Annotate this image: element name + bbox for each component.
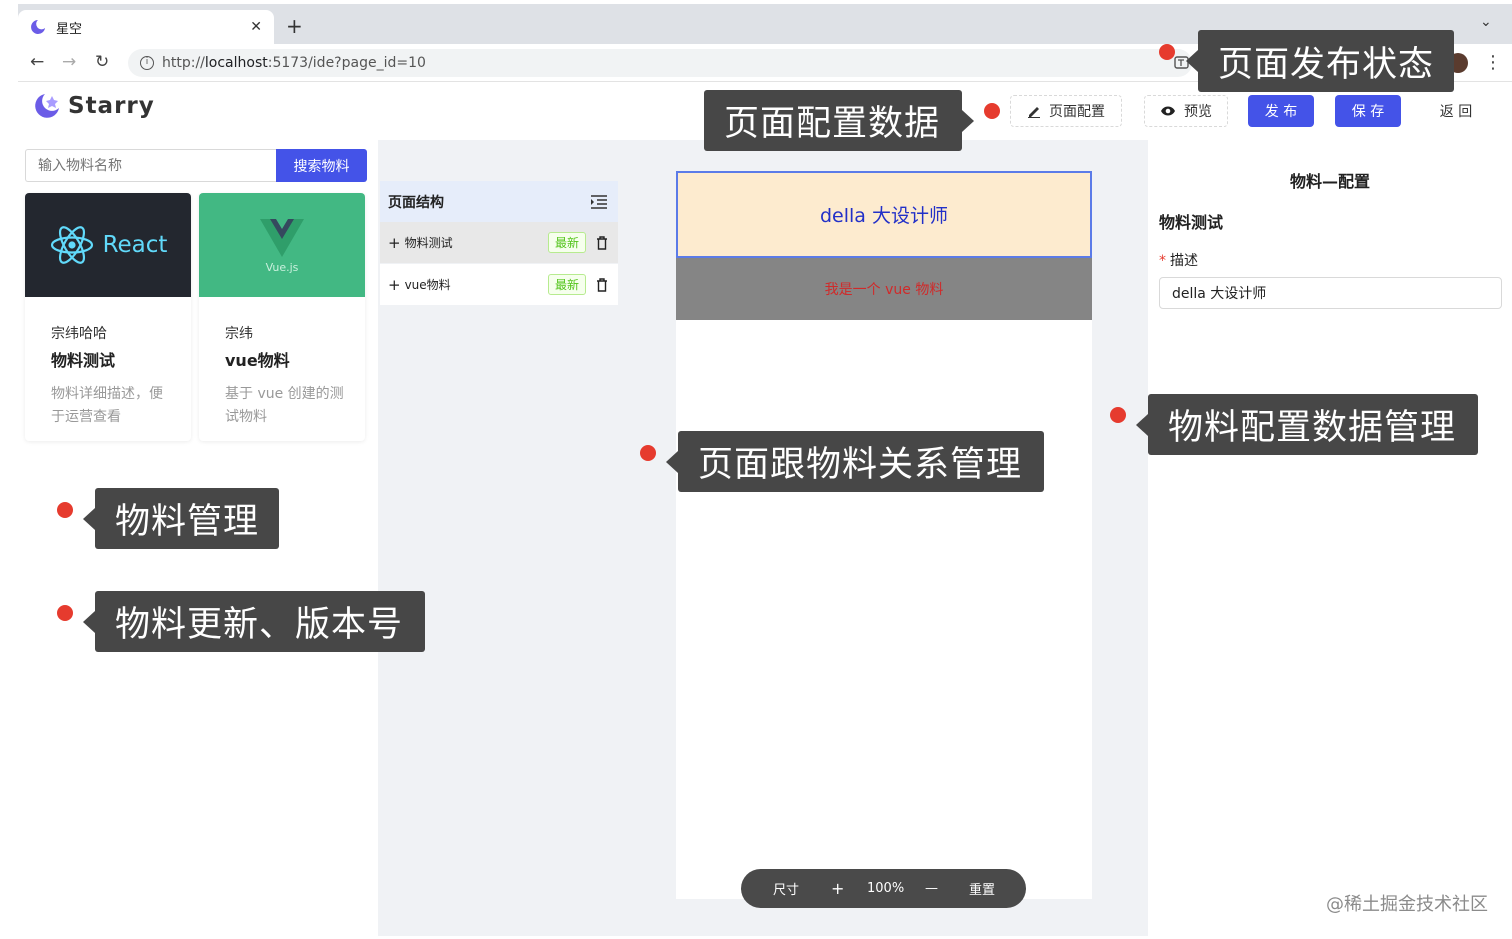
annotation-material-config-mgmt: 物料配置数据管理: [1136, 394, 1478, 455]
new-tab-icon[interactable]: +: [286, 14, 303, 38]
tab-title: 星空: [56, 21, 83, 37]
card-author: 宗纬哈哈: [51, 326, 107, 342]
starry-logo-icon: [35, 94, 59, 118]
browser-tab[interactable]: 星空 ✕: [18, 10, 274, 44]
zoom-out-button[interactable]: —: [925, 881, 938, 896]
annotation-dot: [984, 103, 1000, 119]
config-panel: [1148, 140, 1512, 936]
url-input[interactable]: i http://localhost:5173/ide?page_id=10: [128, 49, 1192, 77]
size-button[interactable]: 尺寸: [773, 879, 799, 898]
page-config-button[interactable]: 页面配置: [1010, 95, 1122, 127]
structure-row[interactable]: + vue物料 最新: [380, 264, 618, 305]
annotation-dot: [1159, 44, 1175, 60]
tab-close-icon[interactable]: ✕: [250, 19, 262, 35]
canvas-material-react[interactable]: della 大设计师: [676, 171, 1092, 258]
latest-badge: 最新: [547, 274, 586, 295]
app-logo[interactable]: Starry: [32, 92, 155, 120]
material-card-react[interactable]: React 宗纬哈哈 物料测试 物料详细描述，便于运营查看: [25, 193, 191, 441]
card-cover-text: Vue.js: [265, 260, 299, 274]
zoom-toolbar: 尺寸 + 100% — 重置: [741, 869, 1026, 908]
annotation-material-mgmt: 物料管理: [83, 488, 279, 549]
eye-icon: [1161, 106, 1175, 116]
canvas-material-vue[interactable]: 我是一个 vue 物料: [676, 258, 1092, 320]
structure-row-label: 物料测试: [404, 236, 453, 250]
vue-logo-icon: [260, 218, 304, 257]
forward-arrow-icon[interactable]: →: [62, 52, 76, 72]
annotation-dot: [57, 502, 73, 518]
required-mark: *: [1159, 253, 1166, 269]
back-arrow-icon[interactable]: ←: [30, 52, 44, 72]
annotation-dot: [640, 445, 656, 461]
annotation-dot: [57, 605, 73, 621]
site-info-icon[interactable]: i: [140, 56, 154, 70]
annotation-page-material-relation: 页面跟物料关系管理: [666, 431, 1044, 492]
annotation-material-update: 物料更新、版本号: [83, 591, 425, 652]
card-cover: Vue.js: [199, 193, 365, 297]
trash-icon[interactable]: [596, 277, 608, 292]
reset-zoom-button[interactable]: 重置: [969, 879, 995, 898]
expand-plus-icon[interactable]: +: [388, 234, 401, 252]
config-material-name: 物料测试: [1159, 213, 1224, 232]
page-config-label: 页面配置: [1049, 104, 1105, 120]
trash-icon[interactable]: [596, 235, 608, 250]
latest-badge: 最新: [547, 232, 586, 253]
starry-favicon-icon: [31, 20, 45, 34]
card-description: 物料详细描述，便于运营查看: [51, 386, 163, 425]
description-field[interactable]: [1159, 277, 1502, 309]
card-author: 宗纬: [225, 326, 253, 342]
structure-panel-header: 页面结构: [380, 181, 618, 222]
card-name: vue物料: [225, 351, 290, 370]
logo-text: Starry: [68, 93, 155, 119]
zoom-in-button[interactable]: +: [831, 879, 844, 898]
save-button[interactable]: 保 存: [1335, 95, 1401, 127]
card-description: 基于 vue 创建的测试物料: [225, 386, 344, 425]
edit-icon: [1028, 107, 1040, 118]
watermark-text: @稀土掘金技术社区: [1326, 894, 1488, 915]
structure-title: 页面结构: [388, 194, 444, 211]
field-label-text: 描述: [1170, 253, 1198, 269]
zoom-value: 100%: [867, 881, 905, 896]
annotation-dot: [1110, 407, 1126, 423]
card-cover: React: [25, 193, 191, 297]
tab-search-chevron-icon[interactable]: ⌄: [1480, 14, 1492, 30]
url-host: localhost: [204, 55, 268, 71]
reload-icon[interactable]: ↻: [95, 52, 109, 72]
annotation-page-config-data: 页面配置数据: [704, 90, 974, 151]
back-button[interactable]: 返 回: [1428, 95, 1484, 127]
expand-plus-icon[interactable]: +: [388, 276, 401, 294]
url-prefix: http://: [162, 55, 205, 71]
search-material-button[interactable]: 搜索物料: [276, 149, 367, 182]
publish-button[interactable]: 发 布: [1248, 95, 1314, 127]
react-logo-icon: [50, 226, 93, 264]
structure-row[interactable]: + 物料测试 最新: [380, 222, 618, 263]
annotation-publish-status: 页面发布状态: [1186, 30, 1454, 92]
material-search-input[interactable]: [25, 149, 276, 182]
card-name: 物料测试: [51, 351, 116, 370]
card-cover-text: React: [102, 232, 168, 258]
structure-row-label: vue物料: [404, 278, 451, 292]
collapse-menu-icon[interactable]: [590, 194, 608, 209]
browser-menu-icon[interactable]: ⋮: [1484, 52, 1502, 73]
material-card-vue[interactable]: Vue.js 宗纬 vue物料 基于 vue 创建的测试物料: [199, 193, 365, 441]
preview-label: 预览: [1184, 104, 1212, 120]
preview-button[interactable]: 预览: [1144, 95, 1228, 127]
description-field-label: * 描述: [1159, 250, 1198, 270]
url-path: :5173/ide?page_id=10: [267, 55, 426, 71]
config-title: 物料—配置: [1289, 172, 1370, 191]
